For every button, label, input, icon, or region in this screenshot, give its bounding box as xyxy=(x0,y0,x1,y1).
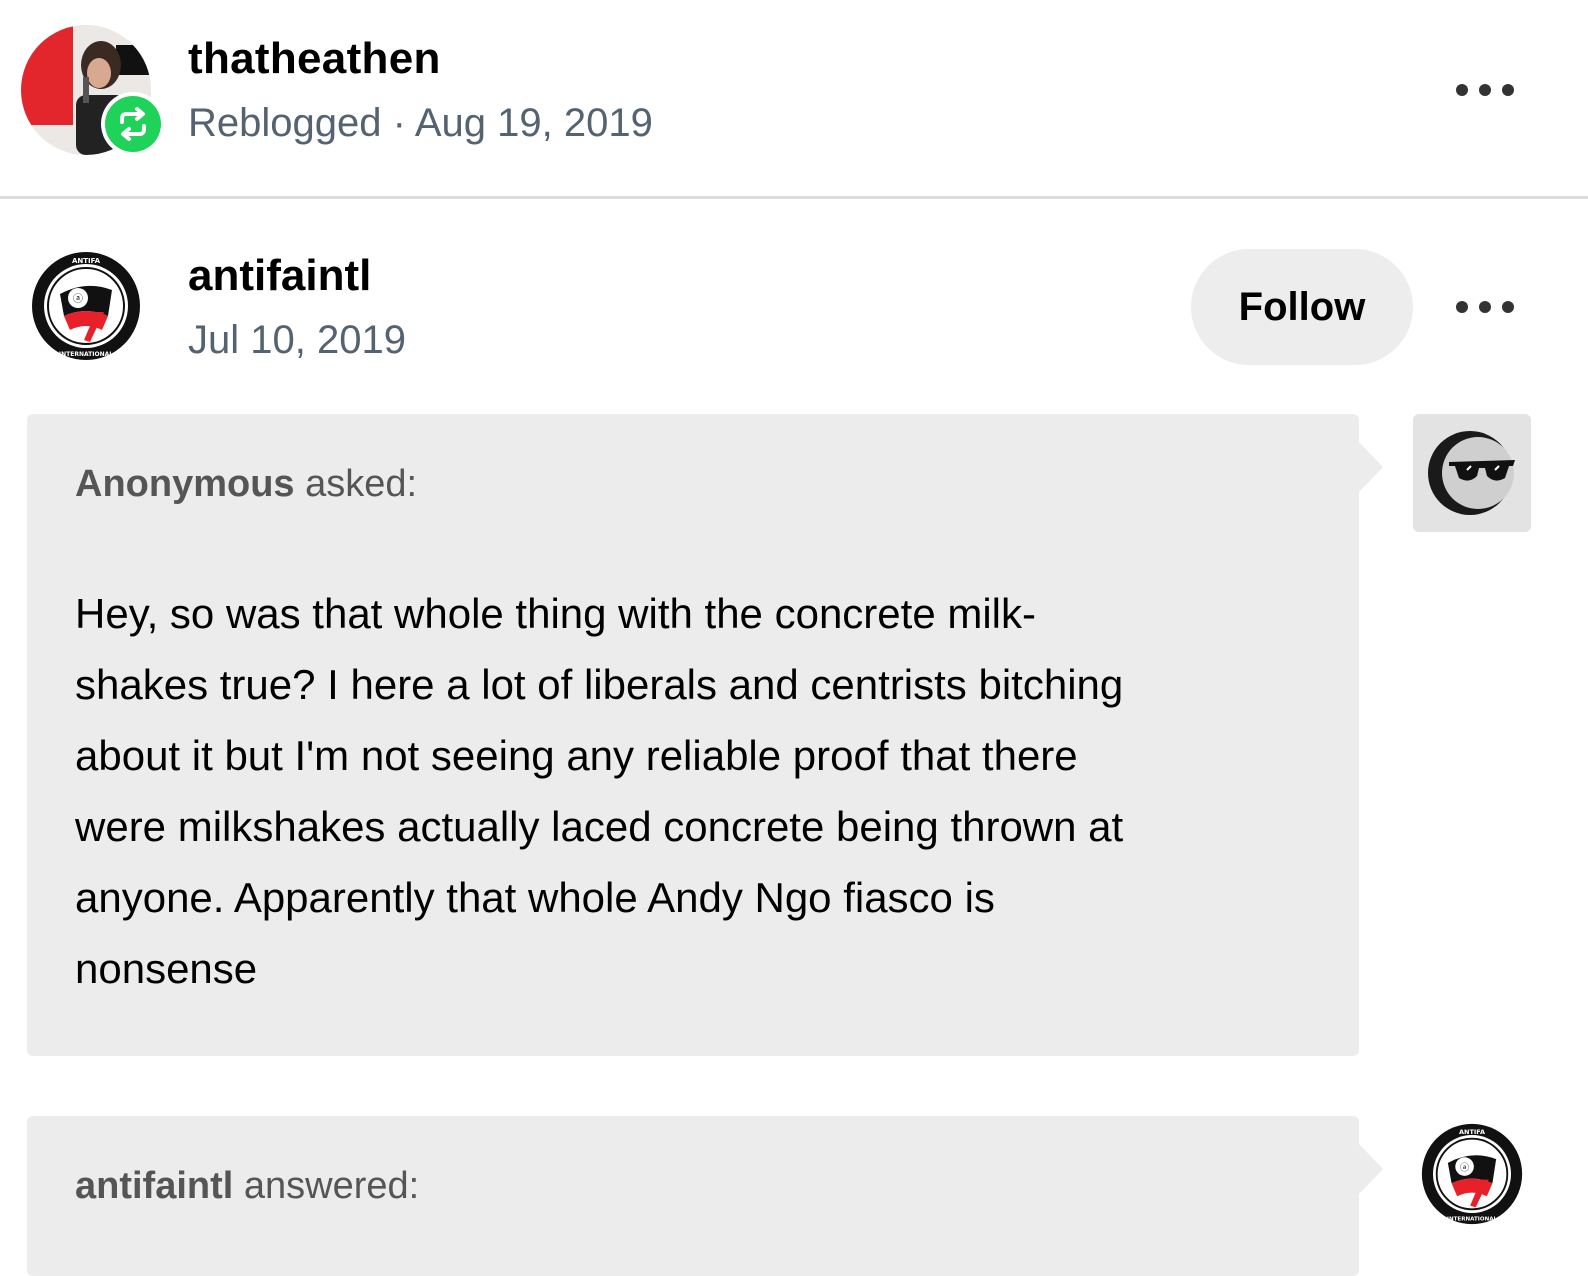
question-line: nonsense xyxy=(75,945,258,992)
reblog-meta: Reblogged · Aug 19, 2019 xyxy=(188,101,653,146)
question-line: Hey, so was that whole thing with the co… xyxy=(75,590,1036,637)
more-options-icon[interactable] xyxy=(1450,72,1520,108)
meta-separator: · xyxy=(392,101,406,145)
question-line: were milkshakes actually laced concrete … xyxy=(75,803,1124,850)
reblog-badge xyxy=(101,92,165,156)
follow-button[interactable]: Follow xyxy=(1191,249,1413,365)
header-divider xyxy=(0,196,1588,199)
post-date[interactable]: Jul 10, 2019 xyxy=(188,318,406,363)
svg-text:ⓐ: ⓐ xyxy=(73,293,83,305)
answered-label: answered: xyxy=(233,1165,420,1207)
logo-text-bottom: INTERNATIONAL xyxy=(59,351,113,358)
svg-text:ⓐ: ⓐ xyxy=(1460,1162,1469,1173)
reblog-status: Reblogged xyxy=(188,101,382,145)
logo-text-top: ANTIFA xyxy=(72,257,101,265)
logo-text-bottom: INTERNATIONAL xyxy=(1447,1216,1498,1222)
ask-question: Hey, so was that whole thing with the co… xyxy=(75,578,1325,1004)
anonymous-sunglasses-icon xyxy=(1428,431,1515,515)
ask-bubble-tail xyxy=(1359,442,1383,492)
answerer-line: antifaintl answered: xyxy=(75,1165,419,1208)
anonymous-avatar xyxy=(1413,414,1531,532)
asker-line: Anonymous asked: xyxy=(75,463,417,506)
more-options-icon[interactable] xyxy=(1450,289,1520,325)
asked-label: asked: xyxy=(294,463,418,505)
question-line: about it but I'm not seeing any reliable… xyxy=(75,732,1078,779)
reblog-date[interactable]: Aug 19, 2019 xyxy=(415,101,653,145)
question-line: anyone. Apparently that whole Andy Ngo f… xyxy=(75,874,995,921)
answerer-name: antifaintl xyxy=(75,1165,234,1207)
answer-bubble-tail xyxy=(1359,1144,1383,1194)
asker-name: Anonymous xyxy=(75,463,295,505)
reblogger-username[interactable]: thatheathen xyxy=(188,34,441,84)
antifa-international-logo[interactable]: ⓐ ANTIFA INTERNATIONAL xyxy=(30,250,142,362)
question-line: shakes true? I here a lot of liberals an… xyxy=(75,661,1124,708)
logo-text-top: ANTIFA xyxy=(1459,1128,1485,1136)
antifa-international-logo[interactable]: ⓐ ANTIFA INTERNATIONAL xyxy=(1420,1122,1524,1226)
post-author[interactable]: antifaintl xyxy=(188,251,371,301)
reblog-icon xyxy=(105,96,161,152)
